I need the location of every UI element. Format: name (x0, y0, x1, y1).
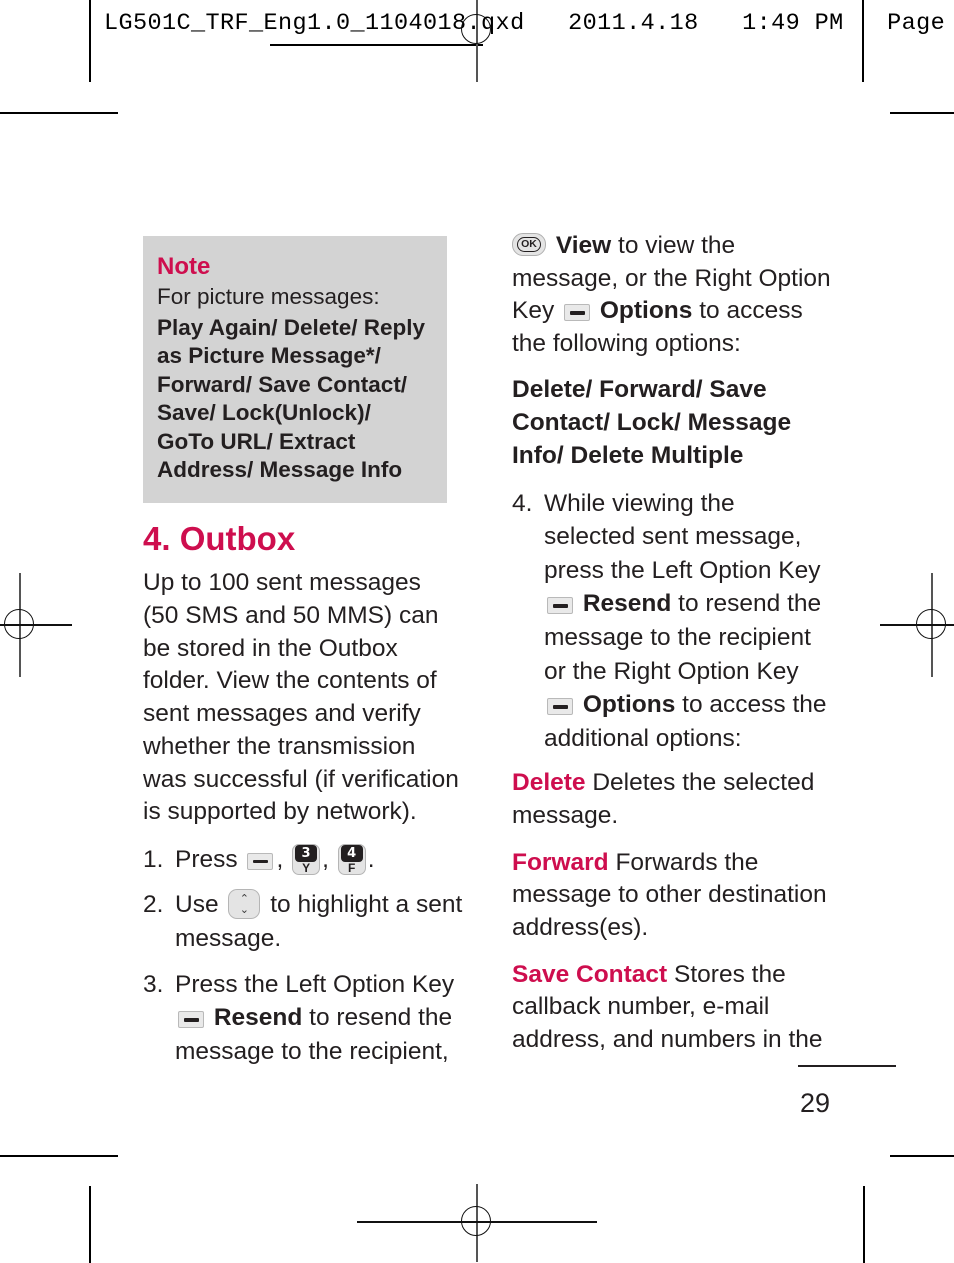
step-2: 2. Use ⌃ ⌄ to highlight a sent message. (143, 888, 463, 955)
note-lead-text: For picture messages: (157, 284, 380, 310)
keypad-4-icon: 4 F (337, 843, 366, 875)
step-4-label-options: Options (582, 691, 676, 719)
step-4-number: 4. (512, 489, 533, 517)
step-1-period: . (367, 845, 375, 873)
step-1-comma-1: , (276, 845, 284, 873)
step-2-text-before: Use (175, 891, 219, 919)
definition-delete: Delete Deletes the selected message. (512, 767, 832, 832)
section-intro-paragraph: Up to 100 sent messages (50 SMS and 50 M… (143, 569, 459, 826)
definition-term-save-contact: Save Contact (512, 960, 668, 988)
step-1: 1. Press , 3 Y , 4 F . (143, 843, 463, 877)
step-1-comma-2: , (322, 845, 329, 873)
step-3-label: Resend (213, 1004, 303, 1032)
step-4-text-part-1: While viewing the selected sent message,… (544, 489, 821, 584)
page-content: Note For picture messages: Play Again/ D… (0, 0, 954, 1263)
option-key-icon (247, 852, 274, 870)
view-label: View (555, 232, 612, 259)
definition-term-delete: Delete (512, 769, 586, 797)
option-key-icon (178, 1011, 204, 1029)
footer-rule (798, 1065, 896, 1067)
step-1-text-before: Press (175, 845, 238, 873)
view-option-paragraph: OK View to view the message, or the Righ… (512, 230, 832, 361)
ok-key-label: OK (517, 237, 541, 252)
right-column: OK View to view the message, or the Righ… (512, 230, 832, 1071)
steps-list-continued: 4. While viewing the selected sent messa… (512, 487, 832, 756)
option-key-icon (564, 304, 591, 322)
options-label: Options (599, 297, 693, 325)
definition-forward: Forward Forwards the message to other de… (512, 847, 832, 945)
step-2-number: 2. (143, 891, 164, 919)
note-box: Note For picture messages: Play Again/ D… (143, 236, 447, 503)
page-title: 4. Outbox (143, 519, 296, 557)
left-column: Note For picture messages: Play Again/ D… (143, 236, 463, 1080)
options-list: Delete/ Forward/ Save Contact/ Lock/ Mes… (512, 375, 792, 470)
step-2-text-after: to highlight a sent message. (175, 891, 463, 953)
keypad-3-letter: Y (302, 860, 311, 875)
option-key-icon (547, 597, 573, 615)
page-number: 29 (800, 1088, 831, 1118)
note-title: Note (157, 253, 211, 280)
chevron-down-icon: ⌄ (239, 903, 249, 917)
option-key-icon (547, 698, 573, 716)
definition-term-forward: Forward (512, 848, 609, 876)
step-4-label-resend: Resend (582, 590, 672, 618)
step-1-number: 1. (143, 845, 164, 873)
step-3: 3. Press the Left Option Key Resend to r… (143, 968, 463, 1069)
step-3-text-before: Press the Left Option Key (175, 970, 455, 998)
note-options-list: Play Again/ Delete/ Reply as Picture Mes… (157, 314, 426, 483)
keypad-3-icon: 3 Y (292, 843, 321, 875)
navigation-key-icon: ⌃ ⌄ (228, 889, 261, 920)
step-4: 4. While viewing the selected sent messa… (512, 487, 832, 756)
steps-list: 1. Press , 3 Y , 4 F . 2. Use ⌃ ⌄ to hig… (143, 843, 463, 1068)
step-3-number: 3. (143, 970, 164, 998)
keypad-4-letter: F (348, 860, 356, 875)
ok-key-icon: OK (512, 233, 546, 256)
definition-save-contact: Save Contact Stores the callback number,… (512, 959, 832, 1057)
